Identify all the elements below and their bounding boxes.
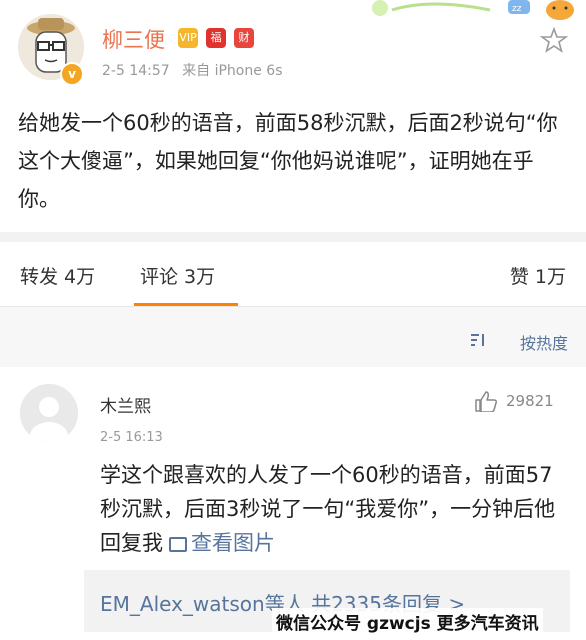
section-divider: [0, 232, 586, 242]
post-username[interactable]: 柳三便: [102, 24, 165, 54]
wealth-badge-icon: 财: [234, 28, 254, 48]
tab-comments[interactable]: 评论 3万: [140, 262, 215, 289]
thumbs-up-icon[interactable]: [474, 390, 498, 412]
vip-crown-icon: VIP: [178, 28, 198, 48]
decoration-sticker-icon: zz: [372, 0, 574, 20]
post-timestamp: 2-5 14:57: [102, 63, 170, 79]
tab-repost[interactable]: 转发 4万: [20, 262, 95, 289]
post-source: 来自 iPhone 6s: [182, 63, 283, 79]
verified-badge-icon: v: [60, 62, 84, 86]
commenter-avatar[interactable]: [20, 384, 78, 442]
sort-bar: [0, 307, 586, 367]
sort-icon[interactable]: [470, 333, 486, 347]
sort-by-hot-button[interactable]: 按热度: [520, 330, 568, 354]
default-avatar-icon: [20, 384, 78, 442]
image-icon: [169, 537, 187, 552]
comment-like-count: 29821: [506, 392, 554, 410]
star-icon[interactable]: [540, 26, 568, 54]
commenter-name[interactable]: 木兰熙: [100, 392, 151, 417]
svg-text:zz: zz: [512, 4, 522, 14]
comment-text: 学这个跟喜欢的人发了一个60秒的语音，前面57秒沉默，后面3秒说了一句“我爱你”…: [100, 458, 570, 560]
watermark-text: 微信公众号 gzwcjs 更多汽车资讯: [272, 608, 543, 635]
red-envelope-icon: 福: [206, 28, 226, 48]
post-text: 给她发一个60秒的语音，前面58秒沉默，后面2秒说句“你这个大傻逼”，如果她回复…: [18, 111, 558, 211]
view-image-label: 查看图片: [191, 531, 275, 555]
post-meta: 2-5 14:57 来自 iPhone 6s: [102, 60, 290, 80]
comment-time: 2-5 16:13: [100, 430, 163, 445]
view-image-link[interactable]: 查看图片: [163, 531, 275, 555]
tab-likes[interactable]: 赞 1万: [510, 262, 566, 289]
